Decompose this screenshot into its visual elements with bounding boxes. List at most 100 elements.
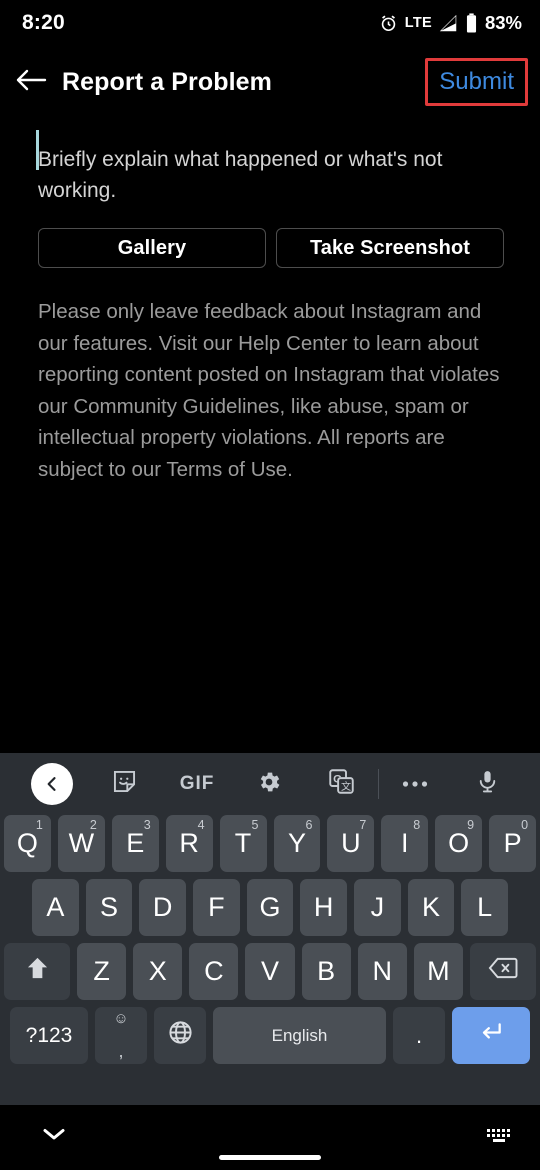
more-options-button[interactable] — [379, 753, 451, 815]
settings-button[interactable] — [233, 753, 305, 815]
gear-icon — [256, 769, 282, 800]
key-p[interactable]: P0 — [489, 815, 537, 872]
phone-screen: 8:20 LTE 83% Report a Problem Submit Bri… — [0, 0, 540, 1170]
keyboard-switch-button[interactable] — [486, 1127, 512, 1152]
signal-icon — [439, 14, 458, 33]
network-type: LTE — [404, 15, 432, 31]
submit-button[interactable]: Submit — [429, 62, 524, 102]
key-label: W — [68, 828, 95, 858]
key-f[interactable]: F — [193, 879, 240, 936]
sticker-icon — [111, 768, 138, 800]
text-cursor — [36, 130, 39, 170]
shift-key[interactable] — [4, 943, 70, 1000]
problem-description-area[interactable]: Briefly explain what happened or what's … — [0, 118, 540, 206]
period-key[interactable]: . — [393, 1007, 445, 1064]
key-a[interactable]: A — [31, 879, 79, 936]
backspace-icon — [488, 955, 518, 988]
key-number: 1 — [35, 818, 43, 832]
space-key[interactable]: English — [213, 1007, 386, 1064]
status-bar: 8:20 LTE 83% — [0, 0, 540, 46]
keyboard-row-4: ?123 ☺ , English . — [4, 1007, 536, 1064]
key-h[interactable]: H — [300, 879, 348, 936]
gallery-button[interactable]: Gallery — [38, 228, 266, 268]
key-label: U — [341, 828, 361, 858]
key-q[interactable]: Q1 — [3, 815, 51, 872]
key-e[interactable]: E3 — [111, 815, 159, 872]
key-z[interactable]: Z — [77, 943, 127, 1000]
keyboard-toolbar: GIF G 文 — [0, 753, 540, 815]
backspace-key[interactable] — [469, 943, 536, 1000]
symbols-key[interactable]: ?123 — [10, 1007, 88, 1064]
problem-description-placeholder: Briefly explain what happened or what's … — [38, 148, 443, 202]
app-bar: Report a Problem Submit — [0, 46, 540, 118]
key-t[interactable]: T5 — [219, 815, 267, 872]
dismiss-keyboard-button[interactable] — [40, 1123, 68, 1150]
key-y[interactable]: Y6 — [273, 815, 321, 872]
keyboard-switch-icon — [486, 1129, 512, 1151]
key-number: 9 — [467, 818, 475, 832]
enter-icon — [476, 1019, 506, 1052]
translate-icon: G 文 — [328, 768, 355, 800]
keyboard-row-1: Q1 W2 E3 R4 T5 Y6 U7 I8 O9 P0 — [3, 815, 537, 872]
key-w[interactable]: W2 — [57, 815, 105, 872]
sticker-button[interactable] — [88, 753, 160, 815]
key-number: 3 — [143, 818, 151, 832]
key-c[interactable]: C — [189, 943, 239, 1000]
language-switch-key[interactable] — [154, 1007, 206, 1064]
key-label: Q — [16, 828, 38, 858]
key-number: 7 — [359, 818, 367, 832]
key-label: T — [234, 828, 252, 858]
expand-toolbar-button[interactable] — [16, 753, 88, 815]
key-o[interactable]: O9 — [435, 815, 483, 872]
gif-label: GIF — [179, 773, 215, 794]
key-label: O — [448, 828, 470, 858]
submit-button-container: Submit — [425, 58, 528, 106]
chevron-left-icon — [31, 763, 74, 805]
attachment-buttons: Gallery Take Screenshot — [0, 206, 540, 268]
key-s[interactable]: S — [85, 879, 133, 936]
chevron-down-icon — [40, 1129, 68, 1149]
comma-label: , — [118, 1041, 124, 1061]
comma-key[interactable]: ☺ , — [95, 1007, 147, 1064]
key-j[interactable]: J — [354, 879, 401, 936]
keyboard-keys: Q1 W2 E3 R4 T5 Y6 U7 I8 O9 P0 A S D F G … — [0, 815, 540, 1064]
key-x[interactable]: X — [133, 943, 183, 1000]
key-i[interactable]: I8 — [381, 815, 429, 872]
key-number: 6 — [305, 818, 313, 832]
key-l[interactable]: L — [461, 879, 509, 936]
emoji-icon: ☺ — [113, 1010, 129, 1027]
ellipsis-icon — [402, 775, 428, 793]
key-n[interactable]: N — [357, 943, 407, 1000]
disclaimer-text: Please only leave feedback about Instagr… — [38, 300, 500, 481]
key-b[interactable]: B — [301, 943, 351, 1000]
key-label: R — [179, 828, 199, 858]
battery-icon — [465, 13, 478, 33]
status-icons: LTE 83% — [379, 12, 522, 34]
key-number: 8 — [413, 818, 421, 832]
key-v[interactable]: V — [245, 943, 295, 1000]
enter-key[interactable] — [452, 1007, 530, 1064]
key-label: Y — [287, 828, 306, 858]
alarm-icon — [379, 14, 398, 33]
home-indicator[interactable] — [219, 1155, 321, 1160]
battery-percent: 83% — [484, 12, 522, 33]
gif-button[interactable]: GIF — [161, 753, 233, 815]
key-number: 0 — [521, 818, 529, 832]
key-m[interactable]: M — [413, 943, 463, 1000]
key-label: P — [503, 828, 522, 858]
key-d[interactable]: D — [139, 879, 186, 936]
microphone-icon — [475, 768, 500, 800]
on-screen-keyboard: GIF G 文 — [0, 753, 540, 1105]
key-u[interactable]: U7 — [327, 815, 375, 872]
key-label: E — [126, 828, 145, 858]
back-button[interactable] — [0, 66, 62, 99]
system-navigation-bar — [0, 1105, 540, 1170]
svg-text:文: 文 — [341, 780, 351, 793]
take-screenshot-button[interactable]: Take Screenshot — [276, 228, 504, 268]
key-number: 5 — [251, 818, 259, 832]
key-k[interactable]: K — [407, 879, 455, 936]
translate-button[interactable]: G 文 — [306, 753, 378, 815]
key-r[interactable]: R4 — [165, 815, 213, 872]
key-g[interactable]: G — [246, 879, 294, 936]
voice-input-button[interactable] — [452, 753, 524, 815]
